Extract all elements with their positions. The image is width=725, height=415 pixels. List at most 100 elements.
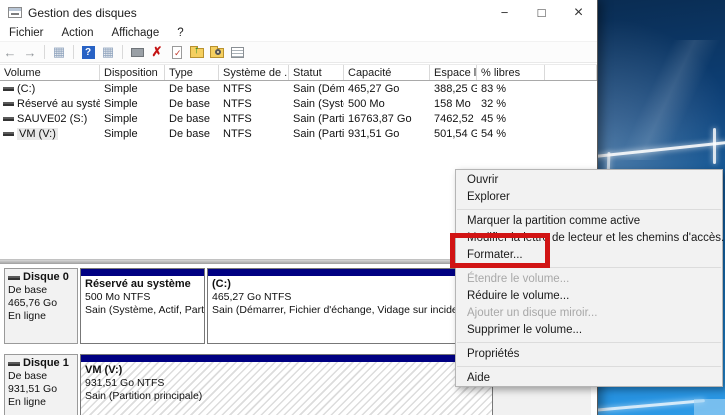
table-row-selected[interactable]: VM (V:) Simple De base NTFS Sain (Parti.…: [0, 126, 597, 141]
delete-volume-icon[interactable]: ✗: [148, 44, 166, 60]
volume-name: (C:): [17, 82, 36, 95]
menu-bar: Fichier Action Affichage ?: [0, 25, 597, 42]
volume-name: SAUVE02 (S:): [17, 112, 88, 125]
partition-vm-selected[interactable]: VM (V:) 931,51 Go NTFS Sain (Partition p…: [80, 354, 493, 415]
cell-pct-libres: 32 %: [481, 97, 507, 110]
partition-status: Sain (Système, Actif, Partiti: [85, 304, 204, 316]
menu-item-ajouter-miroir: Ajouter un disque miroir...: [467, 307, 598, 319]
cell-capacite: 465,27 Go: [348, 82, 400, 95]
partition-color-bar: [81, 355, 492, 362]
cell-espace-libre: 501,54 Go: [434, 127, 477, 140]
partition-detail: 500 Mo NTFS: [85, 291, 151, 303]
column-header-disposition[interactable]: Disposition: [100, 65, 165, 80]
wallpaper-logo-edge: [713, 128, 716, 164]
disk-size: 931,51 Go: [8, 383, 58, 395]
volume-icon: [3, 131, 14, 136]
magnifier-icon: [215, 49, 221, 55]
column-header-pct-libres[interactable]: % libres: [477, 65, 545, 80]
cell-disposition: Simple: [104, 127, 138, 140]
disk-icon: [8, 361, 20, 366]
toolbar-separator: [44, 45, 45, 59]
cell-filesystem: NTFS: [223, 97, 252, 110]
disk1-info-panel[interactable]: Disque 1 De base 931,51 Go En ligne: [4, 354, 78, 415]
table-row[interactable]: (C:) Simple De base NTFS Sain (Dém... 46…: [0, 81, 597, 96]
up-arrow-icon: ↑: [194, 45, 199, 56]
menu-help[interactable]: ?: [168, 27, 192, 39]
cell-type: De base: [169, 97, 210, 110]
toolbar-separator: [73, 45, 74, 59]
close-button[interactable]: ×: [560, 0, 597, 25]
console-tree-icon[interactable]: ▦: [50, 44, 68, 60]
cell-disposition: Simple: [104, 82, 138, 95]
cell-type: De base: [169, 112, 210, 125]
volume-icon: [3, 101, 14, 106]
partition-title: VM (V:): [85, 364, 123, 376]
cell-capacite: 16763,87 Go: [348, 112, 412, 125]
cell-pct-libres: 45 %: [481, 112, 507, 125]
disk-name: Disque 1: [23, 357, 69, 369]
volume-list-header: Volume Disposition Type Système de ... S…: [0, 64, 597, 81]
properties-icon[interactable]: [230, 46, 244, 58]
menu-separator: [457, 209, 721, 210]
window-controls: − □ ×: [486, 0, 597, 25]
disk-size: 465,76 Go: [8, 297, 58, 309]
column-header-statut[interactable]: Statut: [289, 65, 344, 80]
disk-management-app-icon: [8, 7, 22, 18]
back-icon[interactable]: ←: [1, 44, 19, 60]
minimize-button[interactable]: −: [486, 0, 523, 25]
mark-active-icon[interactable]: [172, 45, 182, 59]
cell-capacite: 931,51 Go: [348, 127, 400, 140]
action-pane-icon[interactable]: ▦: [99, 44, 117, 60]
toolbar-separator: [122, 45, 123, 59]
menu-affichage[interactable]: Affichage: [102, 27, 168, 39]
menu-item-supprimer-volume[interactable]: Supprimer le volume...: [456, 322, 722, 339]
menu-action[interactable]: Action: [53, 27, 103, 39]
disk-status: En ligne: [8, 310, 46, 322]
partition-status: Sain (Partition principale): [85, 390, 203, 402]
cell-capacite: 500 Mo: [348, 97, 385, 110]
partition-detail: 931,51 Go NTFS: [85, 377, 165, 389]
column-header-capacite[interactable]: Capacité: [344, 65, 430, 80]
menu-item-explorer[interactable]: Explorer: [456, 189, 722, 206]
wallpaper-logo-pane: [694, 399, 725, 415]
disk-name: Disque 0: [23, 271, 69, 283]
screen: Gestion des disques − □ × Fichier Action…: [0, 0, 725, 415]
volume-list: Volume Disposition Type Système de ... S…: [0, 64, 597, 141]
menu-item-marquer-active[interactable]: Marquer la partition comme active: [456, 213, 722, 230]
cell-pct-libres: 54 %: [481, 127, 507, 140]
console-icon[interactable]: [130, 47, 144, 57]
volume-icon: [3, 116, 14, 121]
cell-espace-libre: 158 Mo: [434, 97, 471, 110]
menu-item-aide[interactable]: Aide: [456, 370, 722, 387]
column-header-espace-libre[interactable]: Espace li...: [430, 65, 477, 80]
maximize-button[interactable]: □: [523, 0, 560, 25]
help-icon[interactable]: ?: [81, 45, 95, 59]
forward-icon[interactable]: →: [21, 44, 39, 60]
column-header-volume[interactable]: Volume: [0, 65, 100, 80]
menu-item-reduire-volume[interactable]: Réduire le volume...: [456, 288, 722, 305]
table-row[interactable]: Réservé au système Simple De base NTFS S…: [0, 96, 597, 111]
cell-filesystem: NTFS: [223, 127, 252, 140]
annotation-highlight-box: [450, 233, 550, 268]
explore-folder-icon[interactable]: ↑: [190, 45, 204, 58]
disk-icon: [8, 275, 20, 280]
menu-fichier[interactable]: Fichier: [0, 27, 53, 39]
column-header-type[interactable]: Type: [165, 65, 219, 80]
column-header-filesystem[interactable]: Système de ...: [219, 65, 289, 80]
volume-name: Réservé au système: [17, 97, 100, 110]
disk0-info-panel[interactable]: Disque 0 De base 465,76 Go En ligne: [4, 268, 78, 344]
partition-title: Réservé au système: [85, 278, 191, 290]
menu-item-proprietes[interactable]: Propriétés: [456, 346, 722, 363]
cell-type: De base: [169, 127, 210, 140]
cell-espace-libre: 7462,52 ...: [434, 112, 477, 125]
cell-filesystem: NTFS: [223, 82, 252, 95]
partition-reserved-system[interactable]: Réservé au système 500 Mo NTFS Sain (Sys…: [80, 268, 205, 344]
wallpaper-logo-edge: [593, 399, 705, 412]
table-row[interactable]: SAUVE02 (S:) Simple De base NTFS Sain (P…: [0, 111, 597, 126]
disk-kind: De base: [8, 370, 48, 382]
open-folder-icon[interactable]: [210, 46, 224, 58]
cell-pct-libres: 83 %: [481, 82, 507, 95]
cell-disposition: Simple: [104, 112, 138, 125]
menu-item-ouvrir[interactable]: Ouvrir: [456, 172, 722, 189]
partition-color-bar: [81, 269, 204, 276]
